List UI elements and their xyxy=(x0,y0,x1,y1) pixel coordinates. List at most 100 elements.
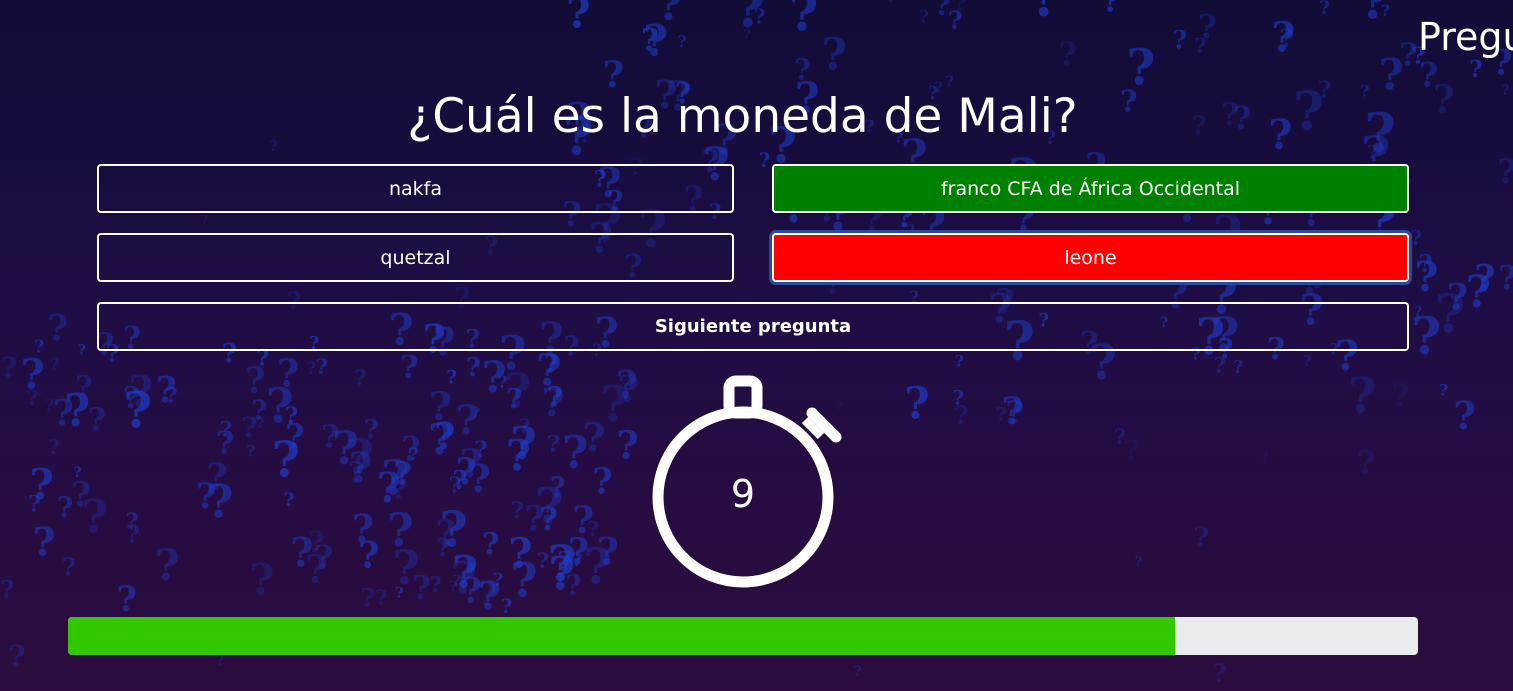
question-mark-icon: ? xyxy=(1059,36,1078,73)
answer-option-d[interactable]: leone xyxy=(772,233,1409,282)
question-mark-icon: ? xyxy=(272,431,300,488)
question-mark-icon: ? xyxy=(216,653,224,669)
question-mark-icon: ? xyxy=(568,529,590,573)
question-mark-icon: ? xyxy=(539,500,558,538)
question-mark-icon: ? xyxy=(1419,249,1433,278)
timer-value: 9 xyxy=(730,472,756,516)
question-mark-icon: ? xyxy=(308,525,325,559)
question-mark-icon: ? xyxy=(125,509,138,535)
answer-option-c[interactable]: quetzal xyxy=(97,233,734,282)
question-mark-icon: ? xyxy=(315,355,328,380)
question-mark-icon: ? xyxy=(1,350,18,384)
question-mark-icon: ? xyxy=(462,572,482,612)
question-mark-icon: ? xyxy=(50,355,60,375)
question-mark-icon: ? xyxy=(919,8,929,28)
question-mark-icon: ? xyxy=(547,432,560,458)
question-mark-icon: ? xyxy=(1172,25,1187,55)
question-mark-icon: ? xyxy=(33,519,56,565)
question-mark-icon: ? xyxy=(1357,444,1376,481)
question-mark-icon: ? xyxy=(348,456,365,490)
question-mark-icon: ? xyxy=(364,415,379,445)
question-mark-icon: ? xyxy=(62,553,76,581)
question-mark-icon: ? xyxy=(885,0,897,6)
question-mark-icon: ? xyxy=(358,533,379,576)
question-mark-icon: ? xyxy=(460,442,483,487)
question-mark-icon: ? xyxy=(283,489,294,511)
question-mark-icon: ? xyxy=(1501,82,1509,99)
question-mark-icon: ? xyxy=(1411,306,1441,367)
question-mark-icon: ? xyxy=(1497,151,1513,191)
next-question-button[interactable]: Siguiente pregunta xyxy=(97,302,1409,351)
question-mark-icon: ? xyxy=(468,457,491,502)
question-mark-icon: ? xyxy=(641,23,659,59)
question-mark-icon: ? xyxy=(1006,394,1025,432)
question-mark-icon: ? xyxy=(1214,352,1226,377)
question-mark-icon: ? xyxy=(572,550,583,571)
question-mark-icon: ? xyxy=(1399,36,1418,74)
question-mark-icon: ? xyxy=(1447,276,1469,319)
question-mark-icon: ? xyxy=(550,473,566,504)
question-mark-icon: ? xyxy=(71,475,91,515)
answer-option-a[interactable]: nakfa xyxy=(97,164,734,213)
question-mark-icon: ? xyxy=(566,0,590,37)
question-mark-icon: ? xyxy=(1360,0,1390,31)
question-mark-icon: ? xyxy=(955,352,964,371)
question-mark-icon: ? xyxy=(434,415,455,458)
question-mark-icon: ? xyxy=(544,349,559,379)
question-mark-icon: ? xyxy=(400,348,419,386)
question-mark-icon: ? xyxy=(216,424,235,462)
question-mark-icon: ? xyxy=(430,572,442,596)
question-mark-icon: ? xyxy=(34,337,44,357)
header-title: Pregu xyxy=(1418,15,1513,59)
question-mark-icon: ? xyxy=(1391,379,1409,415)
question-mark-icon: ? xyxy=(117,580,137,620)
question-mark-icon: ? xyxy=(393,455,412,493)
question-mark-icon: ? xyxy=(504,363,531,418)
question-mark-icon: ? xyxy=(26,385,38,410)
question-mark-icon: ? xyxy=(1453,394,1476,439)
question-mark-icon: ? xyxy=(332,421,359,475)
question-mark-icon: ? xyxy=(8,639,25,674)
question-mark-icon: ? xyxy=(1194,33,1206,58)
question-mark-icon: ? xyxy=(387,503,414,557)
question-text: ¿Cuál es la moneda de Mali? xyxy=(407,89,1078,144)
question-mark-icon: ? xyxy=(0,575,14,604)
question-mark-icon: ? xyxy=(1381,1,1390,20)
question-mark-icon: ? xyxy=(583,540,611,596)
question-mark-icon: ? xyxy=(472,404,480,421)
question-mark-icon: ? xyxy=(352,506,374,551)
question-mark-icon: ? xyxy=(452,547,478,599)
question-mark-icon: ? xyxy=(348,443,372,492)
answer-option-b[interactable]: franco CFA de África Occidental xyxy=(772,164,1409,213)
question-mark-icon: ? xyxy=(1410,226,1422,250)
question-mark-icon: ? xyxy=(1212,658,1227,688)
question-mark-icon: ? xyxy=(592,461,613,502)
question-mark-icon: ? xyxy=(48,436,59,459)
question-mark-icon: ? xyxy=(456,450,477,493)
question-mark-icon: ? xyxy=(510,553,537,608)
question-mark-icon: ? xyxy=(321,418,340,456)
question-mark-icon: ? xyxy=(207,475,234,529)
question-mark-icon: ? xyxy=(759,149,770,172)
question-mark-icon: ? xyxy=(508,529,532,578)
question-mark-icon: ? xyxy=(395,585,404,602)
question-mark-icon: ? xyxy=(510,417,536,470)
question-mark-icon: ? xyxy=(493,570,504,591)
question-mark-icon: ? xyxy=(1135,555,1143,571)
question-mark-icon: ? xyxy=(1465,267,1491,318)
question-mark-icon: ? xyxy=(1474,257,1495,299)
question-mark-icon: ? xyxy=(1414,252,1438,301)
question-mark-icon: ? xyxy=(126,519,140,548)
question-mark-icon: ? xyxy=(535,477,564,535)
question-mark-icon: ? xyxy=(754,5,766,29)
question-mark-icon: ? xyxy=(643,16,668,66)
question-mark-icon: ? xyxy=(597,529,619,573)
question-mark-icon: ? xyxy=(155,540,180,591)
question-mark-icon: ? xyxy=(314,538,333,577)
question-mark-icon: ? xyxy=(1114,425,1126,449)
question-mark-icon: ? xyxy=(1414,305,1422,321)
question-mark-icon: ? xyxy=(794,53,811,87)
question-mark-icon: ? xyxy=(506,383,522,415)
question-mark-icon: ? xyxy=(524,499,544,539)
question-mark-icon: ? xyxy=(449,578,458,596)
